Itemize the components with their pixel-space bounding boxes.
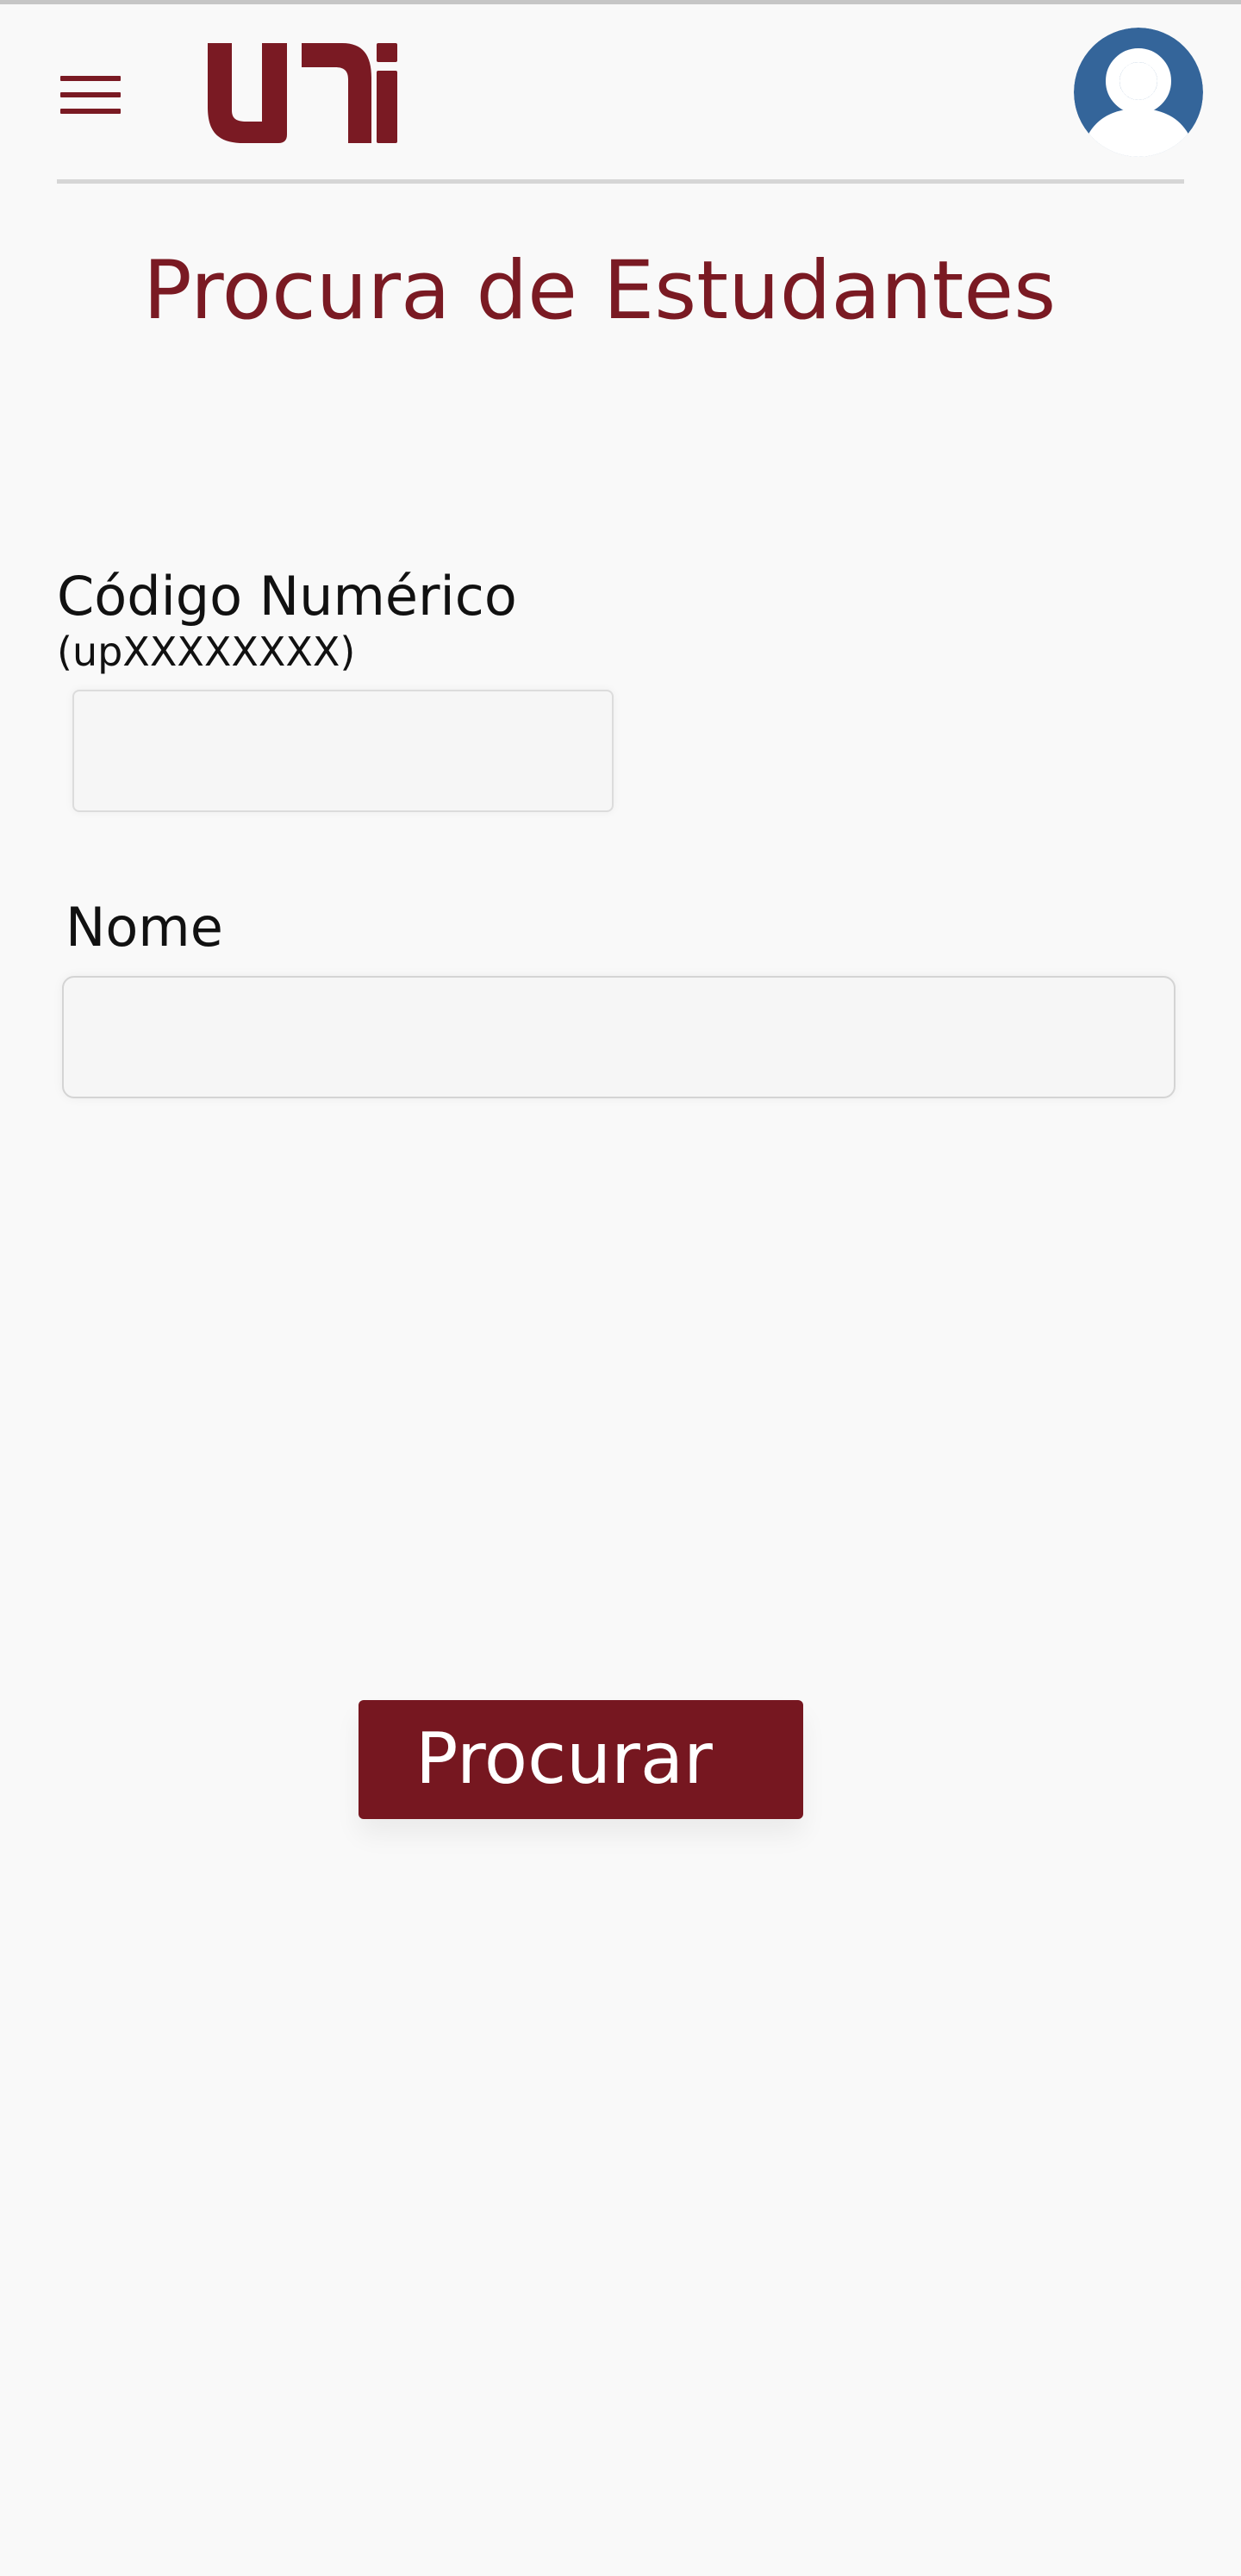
student-code-hint: (upXXXXXXXX) [57,628,356,675]
user-avatar-button[interactable] [1074,28,1203,157]
menu-icon-bar [60,76,121,81]
user-avatar-icon [1074,28,1203,157]
menu-icon-bar [60,92,121,97]
top-border [0,0,1241,4]
search-button[interactable]: Procurar [359,1700,803,1819]
menu-button[interactable] [60,76,121,114]
student-name-input[interactable] [62,976,1176,1098]
student-code-label: Código Numérico [57,565,517,628]
header-divider [57,179,1184,184]
student-code-input[interactable] [72,690,614,812]
student-name-label: Nome [65,896,223,959]
uni-logo[interactable] [205,38,400,147]
menu-icon-bar [60,109,121,114]
page-title: Procura de Estudantes [143,244,1057,338]
